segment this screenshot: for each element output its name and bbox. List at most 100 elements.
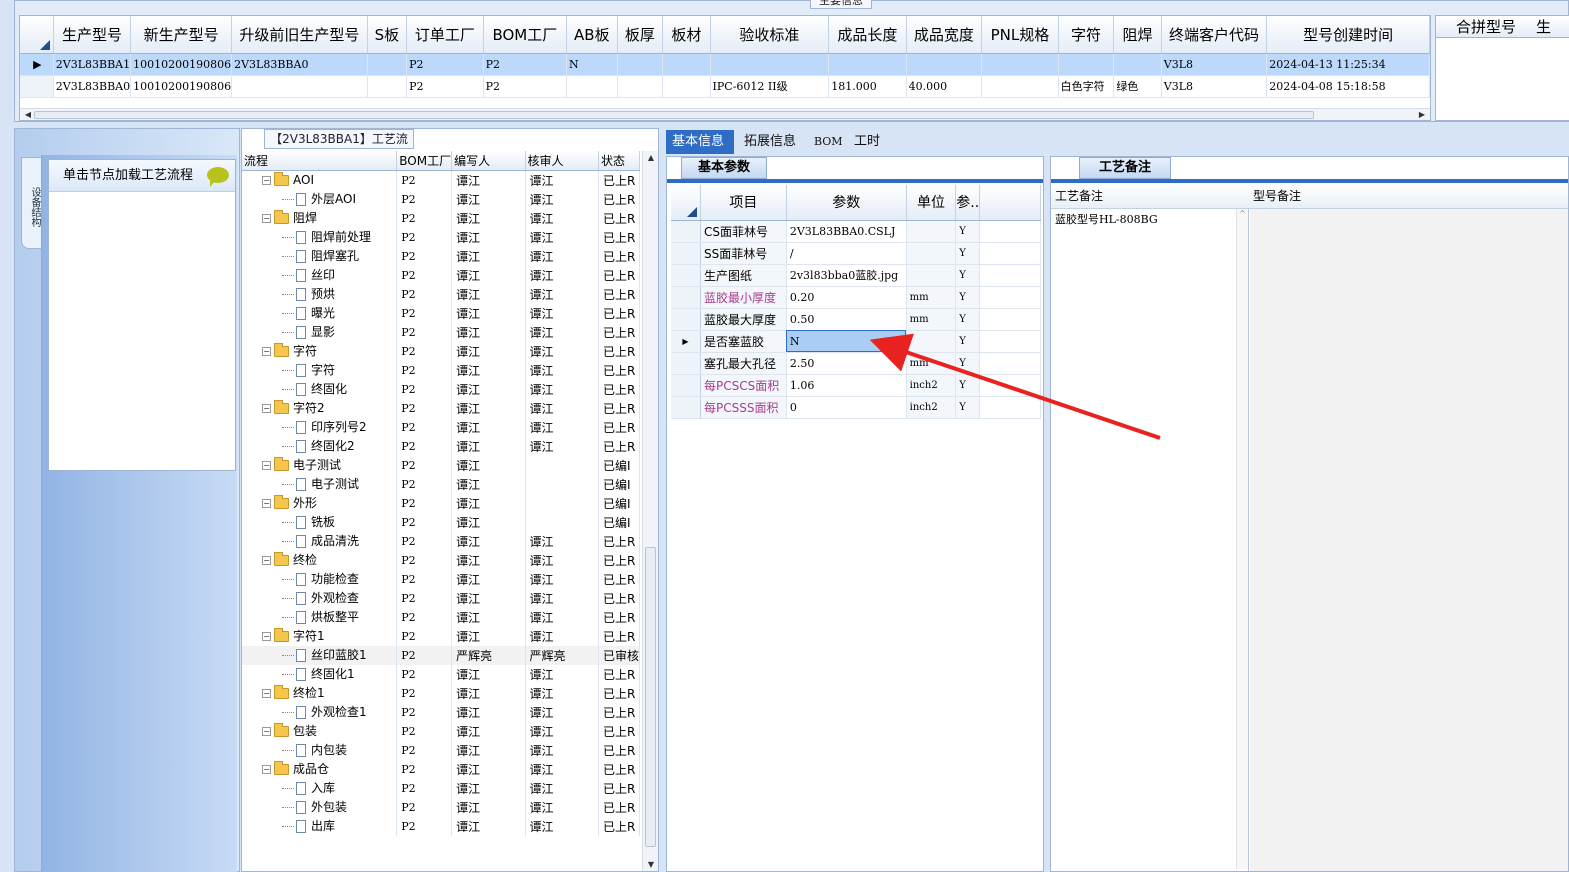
tree-node-cell[interactable]: 外包装 <box>242 797 398 817</box>
tree-node[interactable]: − 外形 <box>246 494 396 513</box>
tree-node[interactable]: 外观检查 <box>246 589 396 608</box>
tree-node[interactable]: − AOI <box>246 171 396 190</box>
table-cell[interactable]: P2 <box>483 53 568 76</box>
tree-node[interactable]: 字符 <box>246 361 396 380</box>
collapse-toggle-icon[interactable]: − <box>262 403 271 413</box>
tree-node-cell[interactable]: 电子测试 <box>242 474 398 494</box>
tree-node[interactable]: − 终检1 <box>246 684 396 703</box>
table-cell[interactable]: 2024-04-08 15:18:58 <box>1266 75 1430 98</box>
table-cell[interactable] <box>710 53 830 76</box>
column-header[interactable]: 新生产型号 <box>130 16 233 54</box>
table-row[interactable]: 2V3L83BBA0 10010200190806 P2 P2 IPC-6012 II级… <box>20 75 1430 98</box>
tree-node[interactable]: 出库 <box>246 817 396 836</box>
tree-node-cell[interactable]: − 字符2 <box>242 398 398 418</box>
tree-node[interactable]: 终固化1 <box>246 665 396 684</box>
params-column-header[interactable]: 项目 <box>700 185 787 221</box>
tree-column-header[interactable]: 核审人 <box>525 151 599 171</box>
param-value[interactable]: N <box>786 330 907 353</box>
tree-row[interactable]: 外层AOI P2 谭江 谭江 已上R <box>242 189 640 209</box>
table-cell[interactable]: 2V3L83BBA0 <box>53 75 132 98</box>
tree-node-cell[interactable]: − 外形 <box>242 493 398 513</box>
table-cell[interactable]: 2V3L83BBA0 <box>231 53 368 76</box>
tree-row[interactable]: 印序列号2 P2 谭江 谭江 已上R <box>242 417 640 437</box>
tree-row[interactable]: 预烘 P2 谭江 谭江 已上R <box>242 284 640 304</box>
tree-node-cell[interactable]: 印序列号2 <box>242 417 398 437</box>
row-indicator[interactable] <box>20 75 54 98</box>
collapse-toggle-icon[interactable]: − <box>262 460 271 470</box>
tree-node-cell[interactable]: − 终检1 <box>242 683 398 703</box>
tree-node[interactable]: 烘板整平 <box>246 608 396 627</box>
tree-node[interactable]: 曝光 <box>246 304 396 323</box>
tree-node[interactable]: − 终检 <box>246 551 396 570</box>
param-value[interactable]: 0.50 <box>786 308 907 331</box>
row-indicator[interactable]: ▶ <box>671 330 701 353</box>
tree-node-cell[interactable]: 阻焊塞孔 <box>242 246 398 266</box>
tree-node[interactable]: − 字符2 <box>246 399 396 418</box>
tree-node-cell[interactable]: − 字符 <box>242 341 398 361</box>
side-column-header[interactable]: 生 <box>1516 16 1551 38</box>
collapse-toggle-icon[interactable]: − <box>262 631 271 641</box>
tree-node-cell[interactable]: 内包装 <box>242 740 398 760</box>
param-value[interactable]: 2.50 <box>786 352 907 375</box>
table-cell[interactable]: P2 <box>406 53 484 76</box>
scroll-down-icon[interactable]: ▼ <box>643 860 659 869</box>
tree-node[interactable]: 外层AOI <box>246 190 396 209</box>
tree-row[interactable]: 终固化2 P2 谭江 谭江 已上R <box>242 436 640 456</box>
table-cell[interactable] <box>981 75 1059 98</box>
params-grid-corner[interactable] <box>671 185 701 221</box>
param-row[interactable]: ▶ 是否塞蓝胶 N Y <box>671 330 1041 353</box>
param-value[interactable]: 1.06 <box>786 374 907 397</box>
tab-extended-info[interactable]: 拓展信息 <box>738 130 802 154</box>
tree-node[interactable]: 入库 <box>246 779 396 798</box>
tree-node-cell[interactable]: 外观检查1 <box>242 702 398 722</box>
param-row[interactable]: SS面菲林号 / Y <box>671 242 1041 265</box>
tree-node-cell[interactable]: − 电子测试 <box>242 455 398 475</box>
tree-column-header[interactable]: 流程 <box>242 151 398 171</box>
tree-node[interactable]: 预烘 <box>246 285 396 304</box>
tree-node[interactable]: 内包装 <box>246 741 396 760</box>
table-cell[interactable]: N <box>566 53 618 76</box>
tree-node-cell[interactable]: − 字符1 <box>242 626 398 646</box>
column-header[interactable]: 板厚 <box>617 16 664 54</box>
tree-node-cell[interactable]: 字符 <box>242 360 398 380</box>
table-cell[interactable]: P2 <box>406 75 484 98</box>
tree-row[interactable]: 外观检查 P2 谭江 谭江 已上R <box>242 588 640 608</box>
tree-scroll-thumb[interactable] <box>645 547 656 847</box>
tree-node-cell[interactable]: 铣板 <box>242 512 398 532</box>
craft-notes-tab[interactable]: 工艺备注 <box>1079 157 1171 179</box>
column-header[interactable]: 型号创建时间 <box>1266 16 1430 54</box>
column-header[interactable]: 成品长度 <box>828 16 907 54</box>
tree-row[interactable]: 烘板整平 P2 谭江 谭江 已上R <box>242 607 640 627</box>
tree-node-cell[interactable]: 外层AOI <box>242 189 398 209</box>
collapse-toggle-icon[interactable]: − <box>262 346 271 356</box>
tree-node-cell[interactable]: 终固化1 <box>242 664 398 684</box>
param-value[interactable]: 2V3L83BBA0.CSLJ <box>786 220 907 243</box>
tree-node-cell[interactable]: − 成品仓 <box>242 759 398 779</box>
params-column-header[interactable]: 参数 <box>786 185 907 221</box>
scroll-right-icon[interactable]: ▶ <box>1416 109 1428 120</box>
row-indicator[interactable] <box>671 396 701 419</box>
tree-column-header[interactable]: BOM工厂 <box>396 151 453 171</box>
row-indicator[interactable] <box>671 242 701 265</box>
column-header[interactable]: 订单工厂 <box>406 16 484 54</box>
tree-column-header[interactable]: 状态 <box>598 151 640 171</box>
collapse-toggle-icon[interactable]: − <box>262 764 271 774</box>
tree-row[interactable]: − 包装 P2 谭江 谭江 已上R <box>242 721 640 741</box>
tree-row[interactable]: 终固化 P2 谭江 谭江 已上R <box>242 379 640 399</box>
tree-row[interactable]: 曝光 P2 谭江 谭江 已上R <box>242 303 640 323</box>
params-column-header[interactable]: 参.. <box>955 185 981 221</box>
tree-node[interactable]: 丝印蓝胶1 <box>246 646 396 665</box>
tab-work-hours[interactable]: 工时 <box>848 130 886 154</box>
tree-row[interactable]: 功能检查 P2 谭江 谭江 已上R <box>242 569 640 589</box>
tree-row[interactable]: − 终检 P2 谭江 谭江 已上R <box>242 550 640 570</box>
tree-node[interactable]: 外观检查1 <box>246 703 396 722</box>
scroll-thumb[interactable] <box>34 111 1314 119</box>
collapse-toggle-icon[interactable]: − <box>262 498 271 508</box>
table-cell[interactable]: IPC-6012 II级 <box>710 75 830 98</box>
collapse-toggle-icon[interactable]: − <box>262 688 271 698</box>
tree-row[interactable]: 成品清洗 P2 谭江 谭江 已上R <box>242 531 640 551</box>
column-header[interactable]: 阻焊 <box>1113 16 1162 54</box>
tree-row[interactable]: 丝印 P2 谭江 谭江 已上R <box>242 265 640 285</box>
tree-row[interactable]: − 电子测试 P2 谭江 已编I <box>242 455 640 475</box>
table-cell[interactable] <box>1113 53 1162 76</box>
